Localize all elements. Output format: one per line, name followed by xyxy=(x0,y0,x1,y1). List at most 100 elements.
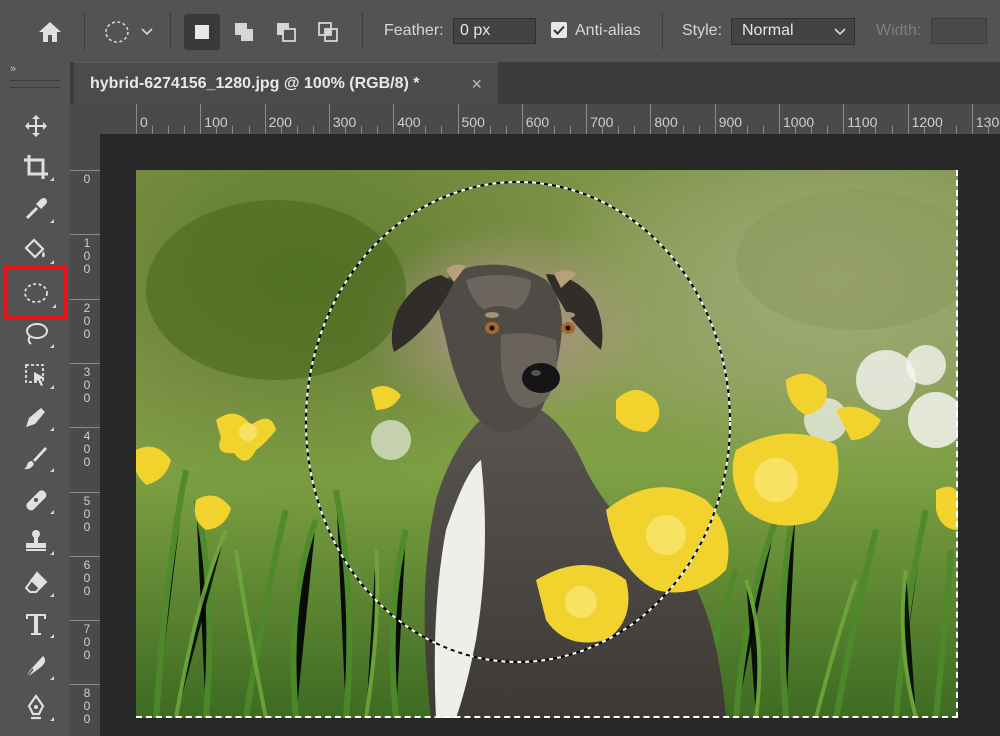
ruler-minor-tick xyxy=(923,126,925,134)
ruler-tick xyxy=(70,427,100,429)
pen-nib-icon xyxy=(26,408,45,427)
divider xyxy=(362,12,363,50)
intersect-selection-button[interactable] xyxy=(310,14,346,50)
ruler-tick xyxy=(264,104,266,134)
ruler-label: 1000 xyxy=(783,114,815,130)
object-selection-tool[interactable] xyxy=(14,356,58,394)
ruler-minor-tick xyxy=(827,126,829,134)
flyout-indicator xyxy=(50,177,54,181)
healing-brush-tool[interactable] xyxy=(14,481,58,519)
subtract-selection-icon xyxy=(277,23,296,42)
ruler-minor-tick xyxy=(232,126,234,134)
crop-icon xyxy=(24,155,48,179)
ruler-minor-tick xyxy=(746,126,748,134)
ruler-label: 0 xyxy=(83,172,91,186)
ruler-minor-tick xyxy=(473,126,475,134)
style-label: Style: xyxy=(682,22,723,39)
flyout-indicator xyxy=(50,676,54,680)
lasso-tool[interactable] xyxy=(14,315,58,353)
options-bar: Feather: 0 px Anti-alias Style: Normal W… xyxy=(0,0,1000,63)
pen-curvature-tool[interactable] xyxy=(14,398,58,436)
home-icon xyxy=(39,22,61,42)
feather-input[interactable]: 0 px xyxy=(453,18,536,44)
ruler-minor-tick xyxy=(344,126,346,134)
ruler-tick xyxy=(200,104,202,134)
style-select[interactable]: Normal xyxy=(731,18,855,45)
move-tool[interactable] xyxy=(14,107,58,145)
photo-dog-in-daffodils[interactable] xyxy=(136,170,958,718)
divider xyxy=(84,12,85,50)
eyedropper-tool[interactable] xyxy=(14,190,58,228)
add-to-selection-button[interactable] xyxy=(226,14,262,50)
vertical-ruler[interactable]: 0 100 200 300 400 500 600 700 800 xyxy=(70,134,101,736)
ruler-tick xyxy=(70,362,100,364)
ruler-minor-tick xyxy=(168,126,170,134)
home-button[interactable] xyxy=(30,14,70,50)
ruler-minor-tick xyxy=(762,126,764,134)
width-input[interactable] xyxy=(931,18,987,44)
ruler-tick xyxy=(714,104,716,134)
ruler-minor-tick xyxy=(682,126,684,134)
ruler-minor-tick xyxy=(425,126,427,134)
flyout-indicator xyxy=(50,593,54,597)
ruler-minor-tick xyxy=(248,126,250,134)
new-selection-button[interactable] xyxy=(184,14,220,50)
brush-tool[interactable] xyxy=(14,439,58,477)
ruler-origin[interactable] xyxy=(70,104,101,135)
eyedropper-icon xyxy=(25,198,47,220)
smudge-tool[interactable] xyxy=(14,647,58,685)
subtract-from-selection-button[interactable] xyxy=(268,14,304,50)
ruler-minor-tick xyxy=(859,126,861,134)
canvas-area[interactable] xyxy=(100,134,1000,736)
tool-preset-picker[interactable] xyxy=(98,16,160,48)
type-tool[interactable] xyxy=(14,605,58,643)
ruler-minor-tick xyxy=(312,126,314,134)
ruler-minor-tick xyxy=(441,126,443,134)
ruler-minor-tick xyxy=(553,126,555,134)
move-icon xyxy=(25,115,47,137)
crop-tool[interactable] xyxy=(14,148,58,186)
width-label: Width: xyxy=(876,22,922,39)
document-tab[interactable]: hybrid-6274156_1280.jpg @ 100% (RGB/8) *… xyxy=(74,62,498,104)
ruler-label: 700 xyxy=(83,622,91,663)
ruler-minor-tick xyxy=(184,126,186,134)
stamp-icon xyxy=(26,530,46,551)
pen-tool[interactable] xyxy=(14,688,58,726)
ruler-label: 200 xyxy=(83,300,91,341)
ruler-minor-tick xyxy=(216,126,218,134)
elliptical-marquee-tool[interactable] xyxy=(4,266,68,320)
ruler-tick xyxy=(70,491,100,493)
add-selection-icon xyxy=(235,23,253,41)
ruler-minor-tick xyxy=(409,126,411,134)
ruler-tick xyxy=(70,234,100,236)
antialias-label: Anti-alias xyxy=(575,22,641,39)
flyout-indicator xyxy=(50,634,54,638)
brush-icon xyxy=(24,447,47,470)
chevron-down-icon xyxy=(834,28,846,36)
paint-bucket-tool[interactable] xyxy=(14,231,58,269)
ruler-tick xyxy=(393,104,395,134)
flyout-indicator xyxy=(50,219,54,223)
ruler-tick xyxy=(779,104,780,134)
ruler-minor-tick xyxy=(489,126,491,134)
ruler-tick xyxy=(521,104,523,134)
ruler-minor-tick xyxy=(795,126,797,134)
toolbar-grip[interactable] xyxy=(10,80,60,88)
horizontal-ruler[interactable]: 0 100 200 300 400 500 600 700 800 900 1000 1100 1200… xyxy=(100,104,1000,135)
close-tab-icon[interactable]: × xyxy=(471,74,482,95)
ruler-minor-tick xyxy=(891,126,893,134)
ruler-tick xyxy=(907,104,909,134)
ellipse-marquee-icon xyxy=(24,283,48,303)
clone-stamp-tool[interactable] xyxy=(14,522,58,560)
antialias-checkbox[interactable] xyxy=(551,22,567,38)
eraser-tool[interactable] xyxy=(14,564,58,602)
collapse-toolbar-button[interactable]: » xyxy=(10,62,60,76)
pen-icon xyxy=(27,694,45,720)
ruler-tick xyxy=(70,298,100,300)
lasso-icon xyxy=(26,323,48,345)
ellipse-marquee-icon xyxy=(105,21,129,43)
flyout-indicator xyxy=(50,260,54,264)
intersect-selection-icon xyxy=(318,22,338,42)
ruler-minor-tick xyxy=(505,126,507,134)
ruler-minor-tick xyxy=(570,126,572,134)
